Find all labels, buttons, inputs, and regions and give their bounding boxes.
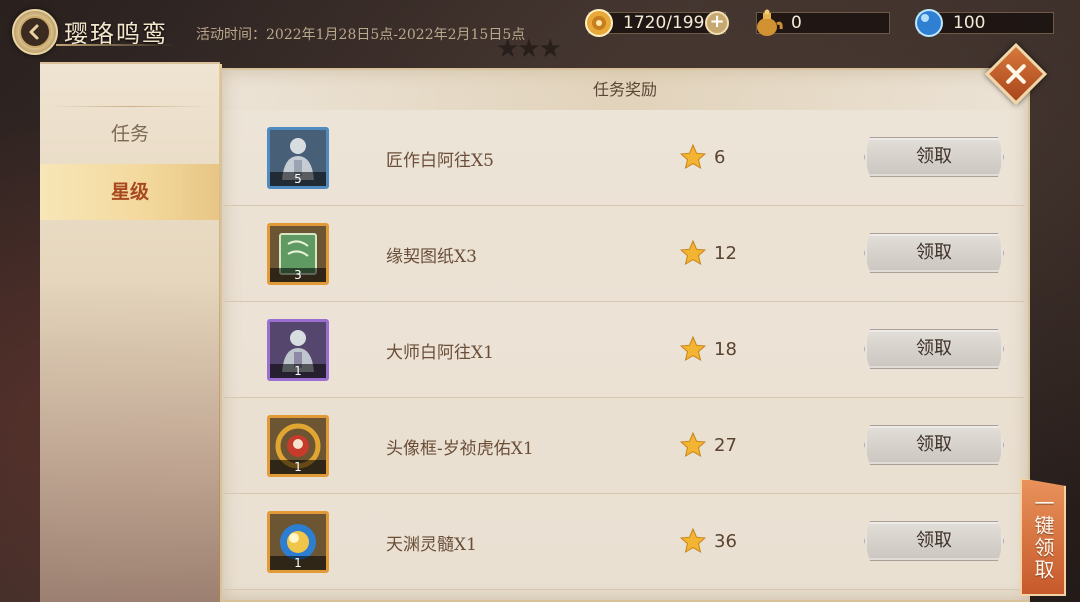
- reward-row: 1 天渊灵髓X1 36 领取: [224, 494, 1024, 590]
- claim-button[interactable]: 领取: [864, 425, 1004, 465]
- jade-resource: 100: [915, 9, 1054, 37]
- title-underline: [56, 44, 176, 46]
- reward-panel: 任务奖励 5 匠作白阿往X5 6 领取 3 缘契图纸X3 12 领取 1 大师白…: [220, 68, 1030, 602]
- star-icon: [680, 528, 706, 554]
- reward-item-icon[interactable]: 1: [267, 415, 329, 477]
- star-count: 12: [714, 242, 737, 264]
- claim-button[interactable]: 领取: [864, 233, 1004, 273]
- reward-item-name: 天渊灵髓X1: [386, 535, 477, 555]
- star-requirement: 27: [680, 432, 737, 458]
- reward-row: 5 匠作白阿往X5 6 领取: [224, 110, 1024, 206]
- jade-amount: 100: [953, 13, 986, 33]
- item-count: 1: [270, 364, 326, 378]
- tab-tasks[interactable]: 任务: [40, 106, 220, 162]
- gold-amount: 1720/199: [623, 13, 705, 33]
- item-count: 5: [270, 172, 326, 186]
- star-icon: [680, 336, 706, 362]
- teapot-icon: [757, 9, 783, 36]
- back-button[interactable]: [12, 9, 58, 55]
- star-requirement: 36: [680, 528, 737, 554]
- jade-orb-icon: [915, 9, 943, 37]
- panel-title: 任务奖励: [222, 70, 1028, 110]
- star-icon: [680, 240, 706, 266]
- reward-item-icon[interactable]: 5: [267, 127, 329, 189]
- star-count: 36: [714, 530, 737, 552]
- reward-item-icon[interactable]: 1: [267, 319, 329, 381]
- star-count: 18: [714, 338, 737, 360]
- reward-item-name: 头像框-岁祯虎佑X1: [386, 439, 534, 459]
- star-requirement: 6: [680, 144, 725, 170]
- star-count: 27: [714, 434, 737, 456]
- reward-item-name: 缘契图纸X3: [386, 247, 477, 267]
- reward-list: 5 匠作白阿往X5 6 领取 3 缘契图纸X3 12 领取 1 大师白阿往X1 …: [224, 110, 1024, 590]
- reward-item-icon[interactable]: 1: [267, 511, 329, 573]
- pot-resource: 0: [756, 9, 890, 36]
- add-gold-button[interactable]: +: [705, 11, 729, 35]
- claim-button[interactable]: 领取: [864, 521, 1004, 561]
- reward-row: 1 头像框-岁祯虎佑X1 27 领取: [224, 398, 1024, 494]
- star-requirement: 18: [680, 336, 737, 362]
- star-requirement: 12: [680, 240, 737, 266]
- top-bar: 璎珞鸣鸾 活动时间：2022年1月28日5点-2022年2月15日5点 1720…: [0, 0, 1080, 55]
- claim-all-button[interactable]: 一键领取: [1020, 478, 1066, 596]
- back-arrow-icon: [19, 16, 51, 48]
- item-count: 3: [270, 268, 326, 282]
- reward-row: 1 大师白阿往X1 18 领取: [224, 302, 1024, 398]
- reward-item-icon[interactable]: 3: [267, 223, 329, 285]
- claim-button[interactable]: 领取: [864, 137, 1004, 177]
- reward-item-name: 匠作白阿往X5: [386, 151, 494, 171]
- star-count: 6: [714, 146, 726, 168]
- item-count: 1: [270, 556, 326, 570]
- reward-row: 3 缘契图纸X3 12 领取: [224, 206, 1024, 302]
- claim-button[interactable]: 领取: [864, 329, 1004, 369]
- gold-coin-icon: [585, 9, 613, 37]
- pot-amount: 0: [791, 13, 802, 33]
- star-icon: [680, 432, 706, 458]
- item-count: 1: [270, 460, 326, 474]
- event-time-text: 活动时间：2022年1月28日5点-2022年2月15日5点: [196, 27, 526, 43]
- side-tab-panel: 任务 星级: [40, 62, 222, 602]
- star-icon: [680, 144, 706, 170]
- reward-item-name: 大师白阿往X1: [386, 343, 494, 363]
- tab-star-level[interactable]: 星级: [40, 164, 220, 220]
- gold-resource: 1720/199 +: [585, 9, 729, 37]
